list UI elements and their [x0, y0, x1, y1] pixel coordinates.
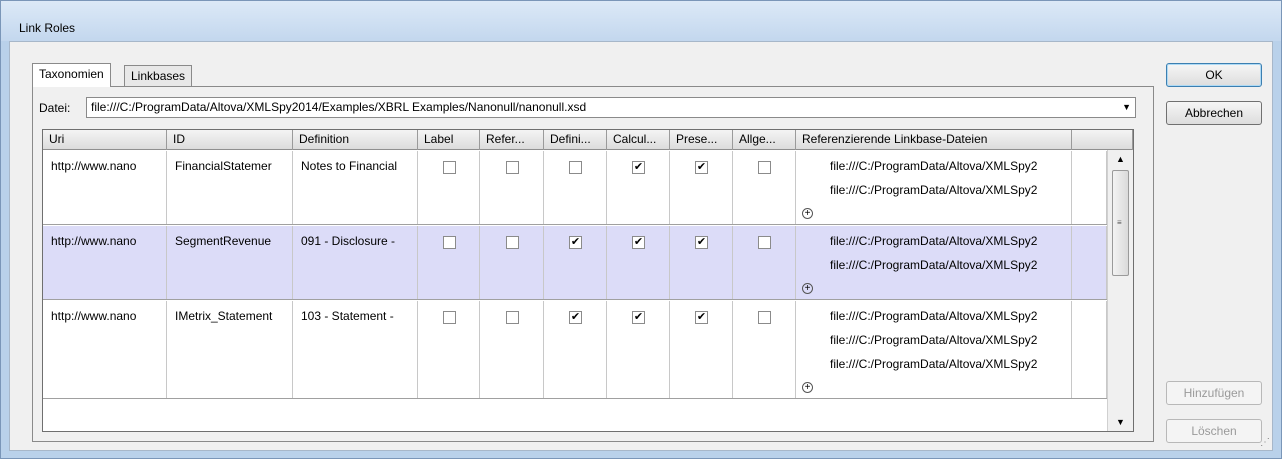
column-header-linkbase-files[interactable]: Referenzierende Linkbase-Dateien [796, 130, 1072, 150]
cell-general [733, 301, 796, 398]
calculation-checkbox[interactable]: ✔ [632, 161, 645, 174]
cell-linkbase-files: file:///C:/ProgramData/Altova/XMLSpy2 fil… [796, 301, 1072, 398]
cell-reference [480, 151, 544, 224]
cell-id[interactable]: SegmentRevenue [167, 226, 293, 299]
file-label: Datei: [39, 101, 71, 115]
definition-checkbox[interactable]: ✔ [569, 311, 582, 324]
vertical-scrollbar[interactable]: ▲ ≡ ▼ [1107, 150, 1133, 431]
cell-label [418, 151, 480, 224]
general-checkbox[interactable] [758, 311, 771, 324]
reference-checkbox[interactable] [506, 311, 519, 324]
cell-presentation: ✔ [670, 151, 733, 224]
cell-id[interactable]: FinancialStatemer [167, 151, 293, 224]
cell-uri[interactable]: http://www.nano [43, 301, 167, 398]
cell-uri[interactable]: http://www.nano [43, 151, 167, 224]
cell-reference [480, 301, 544, 398]
cell-reference [480, 226, 544, 299]
linkbase-file-item[interactable]: file:///C:/ProgramData/Altova/XMLSpy2 [830, 357, 1037, 381]
linkbase-file-item[interactable]: file:///C:/ProgramData/Altova/XMLSpy2 [830, 234, 1037, 258]
label-checkbox[interactable] [443, 311, 456, 324]
linkbase-file-item[interactable]: file:///C:/ProgramData/Altova/XMLSpy2 [830, 183, 1037, 207]
linkbase-file-item[interactable]: file:///C:/ProgramData/Altova/XMLSpy2 [830, 159, 1037, 183]
tab-linkbases[interactable]: Linkbases [124, 65, 193, 87]
cell-filler [1072, 301, 1107, 398]
column-header-label[interactable]: Label [418, 130, 480, 150]
cell-definition: ✔ [544, 301, 607, 398]
dialog-body: Taxonomien Linkbases Datei: file:///C:/P… [9, 41, 1273, 451]
cell-calculation: ✔ [607, 301, 670, 398]
column-header-definition[interactable]: Definition [293, 130, 418, 150]
chevron-down-icon[interactable]: ▼ [1122, 98, 1131, 117]
general-checkbox[interactable] [758, 236, 771, 249]
column-header-reference[interactable]: Refer... [480, 130, 544, 150]
column-header-presentation[interactable]: Prese... [670, 130, 733, 150]
label-checkbox[interactable] [443, 236, 456, 249]
cell-id[interactable]: IMetrix_Statement [167, 301, 293, 398]
link-roles-dialog: Link Roles Taxonomien Linkbases Datei: f… [0, 0, 1282, 459]
table-row[interactable]: http://www.nano IMetrix_Statement 103 - St… [43, 301, 1107, 399]
presentation-checkbox[interactable]: ✔ [695, 161, 708, 174]
linkbase-file-item[interactable]: file:///C:/ProgramData/Altova/XMLSpy2 [830, 309, 1037, 333]
column-header-id[interactable]: ID [167, 130, 293, 150]
scrollbar-thumb[interactable]: ≡ [1112, 170, 1129, 276]
file-dropdown-value: file:///C:/ProgramData/Altova/XMLSpy2014… [91, 100, 587, 114]
plus-circle-icon[interactable]: + [802, 283, 813, 294]
linkbase-file-item[interactable]: file:///C:/ProgramData/Altova/XMLSpy2 [830, 333, 1037, 357]
cell-linkbase-files: file:///C:/ProgramData/Altova/XMLSpy2 fil… [796, 151, 1072, 224]
cell-label [418, 301, 480, 398]
column-header-definition-lb[interactable]: Defini... [544, 130, 607, 150]
presentation-checkbox[interactable]: ✔ [695, 236, 708, 249]
tab-taxonomien[interactable]: Taxonomien [32, 63, 111, 87]
presentation-checkbox[interactable]: ✔ [695, 311, 708, 324]
resize-grip-icon[interactable]: ⋰ [1260, 437, 1270, 448]
cell-general [733, 226, 796, 299]
label-checkbox[interactable] [443, 161, 456, 174]
cell-definition[interactable]: 091 - Disclosure - [293, 226, 418, 299]
definition-checkbox[interactable]: ✔ [569, 236, 582, 249]
reference-checkbox[interactable] [506, 236, 519, 249]
scroll-down-icon[interactable]: ▼ [1116, 417, 1125, 427]
cell-definition[interactable]: 103 - Statement - [293, 301, 418, 398]
definition-checkbox[interactable] [569, 161, 582, 174]
cell-filler [1072, 226, 1107, 299]
cancel-button[interactable]: Abbrechen [1166, 101, 1262, 125]
cell-definition[interactable]: Notes to Financial [293, 151, 418, 224]
cell-calculation: ✔ [607, 226, 670, 299]
calculation-checkbox[interactable]: ✔ [632, 236, 645, 249]
column-header-filler [1072, 130, 1133, 150]
grip-lines-icon: ≡ [1117, 218, 1122, 227]
reference-checkbox[interactable] [506, 161, 519, 174]
cell-linkbase-files: file:///C:/ProgramData/Altova/XMLSpy2 fil… [796, 226, 1072, 299]
cell-presentation: ✔ [670, 301, 733, 398]
grid-header: Uri ID Definition Label Refer... Defini.… [43, 130, 1133, 150]
scroll-up-icon[interactable]: ▲ [1116, 154, 1125, 164]
cell-calculation: ✔ [607, 151, 670, 224]
table-row[interactable]: http://www.nano FinancialStatemer Notes to… [43, 151, 1107, 225]
link-roles-grid: Uri ID Definition Label Refer... Defini.… [42, 129, 1134, 432]
cell-general [733, 151, 796, 224]
column-header-uri[interactable]: Uri [43, 130, 167, 150]
table-row[interactable]: http://www.nano SegmentRevenue 091 - Discl… [43, 226, 1107, 300]
dialog-title: Link Roles [19, 21, 76, 35]
cell-definition [544, 151, 607, 224]
plus-circle-icon[interactable]: + [802, 382, 813, 393]
cell-label [418, 226, 480, 299]
ok-button[interactable]: OK [1166, 63, 1262, 87]
delete-button[interactable]: Löschen [1166, 419, 1262, 443]
column-header-general[interactable]: Allge... [733, 130, 796, 150]
general-checkbox[interactable] [758, 161, 771, 174]
add-button[interactable]: Hinzufügen [1166, 381, 1262, 405]
column-header-calculation[interactable]: Calcul... [607, 130, 670, 150]
calculation-checkbox[interactable]: ✔ [632, 311, 645, 324]
cell-presentation: ✔ [670, 226, 733, 299]
linkbase-file-item[interactable]: file:///C:/ProgramData/Altova/XMLSpy2 [830, 258, 1037, 282]
cell-filler [1072, 151, 1107, 224]
cell-definition: ✔ [544, 226, 607, 299]
plus-circle-icon[interactable]: + [802, 208, 813, 219]
file-dropdown[interactable]: file:///C:/ProgramData/Altova/XMLSpy2014… [86, 97, 1136, 118]
title-bar[interactable]: Link Roles [1, 1, 1281, 41]
cell-uri[interactable]: http://www.nano [43, 226, 167, 299]
